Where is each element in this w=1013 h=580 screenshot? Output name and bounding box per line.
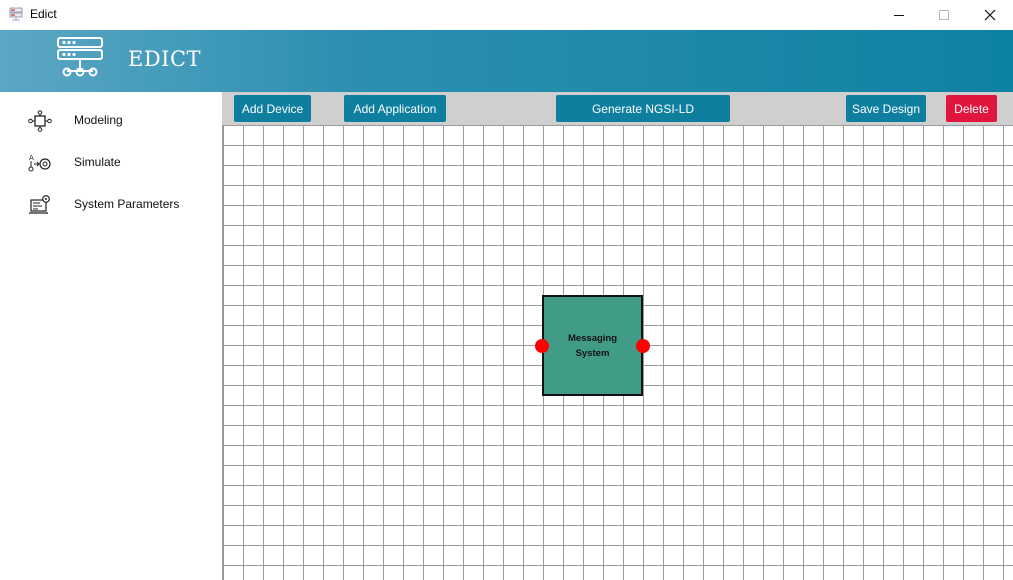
header-banner: EDICT bbox=[0, 30, 1013, 92]
close-button[interactable] bbox=[967, 0, 1013, 30]
sidebar-item-label: System Parameters bbox=[74, 197, 180, 211]
sidebar: Modeling A Simulate System Parameters bbox=[0, 92, 222, 580]
minimize-icon bbox=[894, 15, 904, 16]
sidebar-item-label: Modeling bbox=[74, 113, 123, 127]
close-icon bbox=[984, 9, 996, 21]
sidebar-item-modeling[interactable]: Modeling bbox=[0, 103, 222, 139]
delete-button[interactable]: Delete bbox=[946, 95, 997, 122]
toolbar: Add Device Add Application Generate NGSI… bbox=[222, 92, 1013, 125]
sidebar-item-label: Simulate bbox=[74, 155, 121, 169]
messaging-system-node[interactable]: Messaging System bbox=[542, 295, 643, 396]
server-network-icon bbox=[57, 37, 103, 77]
node-input-port[interactable] bbox=[535, 339, 549, 353]
system-parameters-icon bbox=[29, 195, 50, 214]
title-bar: Edict bbox=[0, 0, 1013, 30]
maximize-icon bbox=[939, 10, 949, 20]
simulate-icon: A bbox=[28, 154, 51, 172]
app-icon bbox=[9, 7, 23, 21]
generate-ngsi-ld-button[interactable]: Generate NGSI-LD bbox=[556, 95, 730, 122]
minimize-button[interactable] bbox=[876, 0, 922, 30]
window-title: Edict bbox=[30, 7, 57, 21]
sidebar-item-system-parameters[interactable]: System Parameters bbox=[0, 187, 222, 223]
maximize-button[interactable] bbox=[921, 0, 967, 30]
modeling-icon bbox=[28, 110, 52, 132]
node-label: Messaging System bbox=[567, 332, 618, 359]
add-device-button[interactable]: Add Device bbox=[234, 95, 311, 122]
node-output-port[interactable] bbox=[636, 339, 650, 353]
sidebar-item-simulate[interactable]: A Simulate bbox=[0, 145, 222, 181]
add-application-button[interactable]: Add Application bbox=[344, 95, 446, 122]
save-design-button[interactable]: Save Design bbox=[846, 95, 926, 122]
svg-text:A: A bbox=[29, 154, 34, 162]
app-name: EDICT bbox=[128, 47, 202, 71]
